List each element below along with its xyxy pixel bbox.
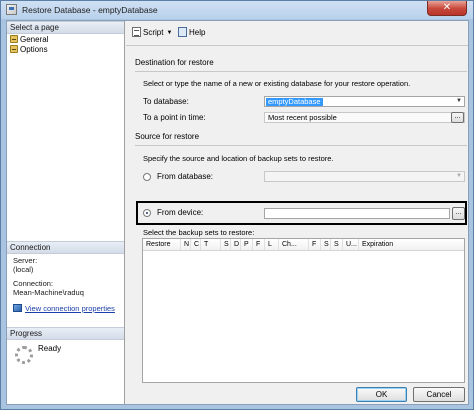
ok-button[interactable]: OK — [356, 387, 407, 402]
cancel-button[interactable]: Cancel — [413, 387, 465, 402]
column-header-restore[interactable]: Restore — [143, 239, 181, 250]
column-header-type[interactable]: T — [201, 239, 221, 250]
chevron-down-icon[interactable]: ▼ — [166, 28, 172, 38]
column-header-last-lsn[interactable]: L — [265, 239, 279, 250]
page-item-label: Options — [20, 45, 48, 54]
to-database-combo[interactable]: emptyDatabase ▼ — [264, 96, 465, 107]
column-header-full-lsn[interactable]: F — [309, 239, 321, 250]
destination-section-title: Destination for restore — [135, 58, 214, 67]
connection-properties-icon — [13, 304, 22, 312]
progress-spinner-icon — [15, 346, 33, 364]
toolbar-divider — [126, 45, 468, 46]
column-header-component[interactable]: C — [191, 239, 201, 250]
to-database-value: emptyDatabase — [266, 97, 323, 106]
server-value: (local) — [13, 265, 34, 274]
title-bar[interactable]: Restore Database - emptyDatabase ✕ — [1, 1, 473, 19]
from-device-browse-button[interactable]: ... — [452, 207, 465, 220]
column-header-position[interactable]: P — [241, 239, 253, 250]
connection-value: Mean-Machine\raduq — [13, 288, 84, 297]
column-header-server[interactable]: S — [221, 239, 231, 250]
server-label: Server: — [13, 256, 38, 265]
script-label: Script — [143, 28, 164, 37]
connection-header: Connection — [7, 241, 124, 254]
source-divider — [135, 145, 467, 146]
destination-divider — [135, 71, 467, 72]
from-database-radio[interactable] — [143, 173, 151, 181]
progress-status: Ready — [38, 344, 62, 353]
page-item-options[interactable]: Options — [10, 45, 48, 55]
page-item-general[interactable]: General — [10, 35, 48, 45]
select-page-header: Select a page — [7, 21, 124, 34]
connection-label: Connection: — [13, 279, 54, 288]
from-device-label: From device: — [157, 208, 204, 217]
from-database-label: From database: — [157, 172, 214, 181]
column-header-first-lsn[interactable]: F — [253, 239, 265, 250]
column-header-expiration[interactable]: Expiration — [359, 239, 409, 250]
column-header-name[interactable]: N — [181, 239, 191, 250]
to-database-label: To database: — [143, 97, 189, 106]
column-header-checkpoint-lsn[interactable]: Ch... — [279, 239, 309, 250]
script-icon — [132, 27, 141, 37]
ellipsis-icon: ... — [455, 209, 462, 216]
help-button[interactable]: Help — [178, 27, 205, 38]
left-pane: Select a page General Options Connection… — [7, 21, 125, 404]
help-icon — [178, 27, 187, 37]
from-device-input[interactable] — [264, 208, 450, 219]
point-in-time-value: Most recent possible — [268, 113, 337, 122]
page-icon — [10, 35, 18, 43]
view-connection-properties-label: View connection properties — [25, 304, 115, 313]
view-connection-properties-link[interactable]: View connection properties — [13, 304, 115, 313]
page-item-label: General — [20, 35, 49, 44]
point-in-time-label: To a point in time: — [143, 113, 206, 122]
from-database-combo[interactable]: ▼ — [264, 171, 465, 182]
app-icon — [6, 4, 17, 15]
dialog-client-area: Select a page General Options Connection… — [6, 20, 469, 405]
source-section-title: Source for restore — [135, 132, 200, 141]
ellipsis-icon: ... — [454, 113, 461, 120]
page-icon — [10, 45, 18, 53]
restore-database-window: Restore Database - emptyDatabase ✕ Selec… — [0, 0, 474, 410]
column-header-start-date[interactable]: S — [321, 239, 331, 250]
close-button[interactable]: ✕ — [427, 1, 467, 16]
source-description: Specify the source and location of backu… — [143, 154, 334, 163]
progress-header: Progress — [7, 327, 124, 340]
backup-sets-grid[interactable]: Restore N C T S D P F L Ch... F S S U...… — [142, 238, 465, 383]
point-in-time-browse-button[interactable]: ... — [451, 112, 464, 123]
chevron-down-icon[interactable]: ▼ — [456, 173, 462, 179]
script-button[interactable]: Script ▼ — [132, 27, 172, 38]
destination-description: Select or type the name of a new or exis… — [143, 79, 411, 88]
column-header-user[interactable]: U... — [343, 239, 359, 250]
from-device-radio[interactable] — [143, 209, 151, 217]
column-header-finish-date[interactable]: S — [331, 239, 343, 250]
column-header-database[interactable]: D — [231, 239, 241, 250]
point-in-time-field[interactable]: Most recent possible ... — [264, 112, 465, 123]
toolbar: Script ▼ Help — [126, 21, 468, 43]
backup-sets-label: Select the backup sets to restore: — [143, 228, 255, 237]
help-label: Help — [189, 28, 206, 37]
chevron-down-icon[interactable]: ▼ — [456, 98, 462, 104]
window-title: Restore Database - emptyDatabase — [22, 5, 158, 15]
close-icon: ✕ — [442, 2, 452, 13]
right-pane: Script ▼ Help Destination for restore Sel… — [126, 21, 468, 404]
backup-sets-grid-header: Restore N C T S D P F L Ch... F S S U...… — [143, 239, 464, 251]
